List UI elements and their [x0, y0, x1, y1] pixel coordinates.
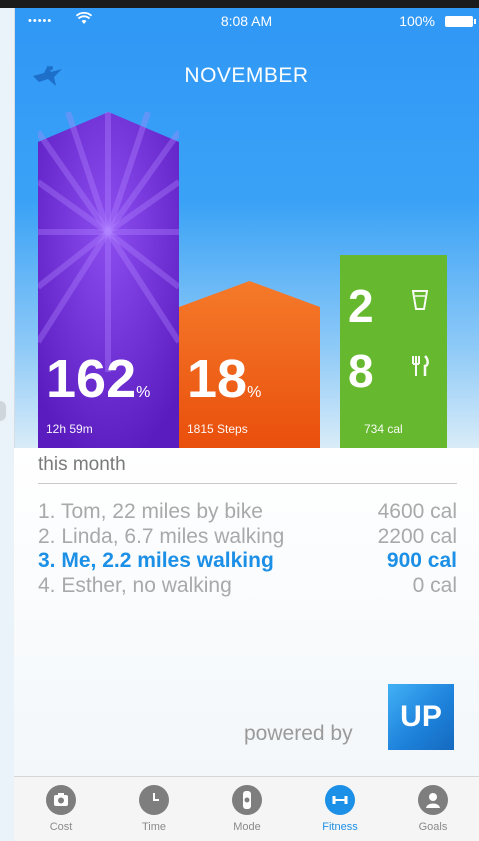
sleep-unit: % [136, 384, 151, 401]
tab-goals[interactable]: Goals [398, 785, 468, 833]
calories-total: 734 cal [364, 422, 403, 436]
drinks-count: 2 [348, 280, 374, 332]
row-calories: 0 cal [412, 574, 457, 597]
app-screen: ••••• 8:08 AM 100% NOVEMBER 162% 12h 59m… [0, 0, 479, 841]
tab-time[interactable]: Time [119, 785, 189, 833]
leaderboard-row[interactable]: 1. Tom, 22 miles by bike 4600 cal [38, 500, 457, 526]
row-name: 4. Esther, no walking [38, 574, 232, 597]
sleep-duration: 12h 59m [46, 422, 93, 436]
status-bar: ••••• 8:08 AM 100% [14, 8, 479, 36]
leaderboard-row[interactable]: 2. Linda, 6.7 miles walking 2200 cal [38, 525, 457, 551]
steps-bar[interactable]: 18% 1815 Steps [179, 281, 320, 448]
powered-by-label: powered by [244, 722, 353, 745]
row-calories: 900 cal [386, 549, 457, 572]
previous-panel-peek[interactable] [0, 8, 15, 841]
watch-icon [232, 785, 262, 815]
steps-count: 1815 Steps [187, 422, 248, 436]
row-calories: 2200 cal [377, 525, 457, 548]
sleep-value: 162 [46, 349, 137, 409]
section-heading: this month [38, 454, 126, 475]
tab-bar: Cost Time Mode Fitness Goals [14, 776, 479, 841]
camera-icon [46, 785, 76, 815]
up-logo[interactable]: UP [388, 684, 454, 750]
steps-value: 18 [187, 349, 248, 409]
steps-percent: 18% [187, 352, 261, 406]
divider [38, 483, 457, 484]
row-name: 2. Linda, 6.7 miles walking [38, 525, 285, 548]
steps-unit: % [247, 384, 262, 401]
leaderboard-row[interactable]: 4. Esther, no walking 0 cal [38, 574, 457, 600]
tab-label: Fitness [322, 821, 358, 833]
battery-icon [445, 16, 476, 27]
tab-label: Time [141, 821, 167, 833]
peek-handle[interactable] [0, 401, 6, 421]
leaderboard-row-me[interactable]: 3. Me, 2.2 miles walking 900 cal [38, 549, 457, 575]
row-name: 1. Tom, 22 miles by bike [38, 500, 263, 523]
fitness-icon [325, 785, 355, 815]
food-bar[interactable]: 2 8 734 cal [340, 255, 447, 448]
tab-fitness[interactable]: Fitness [305, 785, 375, 833]
tab-mode[interactable]: Mode [212, 785, 282, 833]
battery-level: 100% [399, 13, 435, 29]
row-name: 3. Me, 2.2 miles walking [38, 549, 274, 572]
tab-label: Goals [418, 821, 448, 833]
tab-cost[interactable]: Cost [26, 785, 96, 833]
row-calories: 4600 cal [377, 500, 457, 523]
clock-icon [139, 785, 169, 815]
window-edge [0, 0, 479, 8]
tab-label: Mode [233, 821, 261, 833]
sleep-bar[interactable]: 162% 12h 59m [38, 112, 179, 448]
leaderboard-panel: this month 1. Tom, 22 miles by bike 4600… [14, 448, 479, 776]
tab-label: Cost [49, 821, 73, 833]
person-icon [418, 785, 448, 815]
sleep-percent: 162% [46, 352, 150, 406]
meals-count: 8 [348, 345, 374, 397]
page-title: NOVEMBER [184, 64, 309, 87]
